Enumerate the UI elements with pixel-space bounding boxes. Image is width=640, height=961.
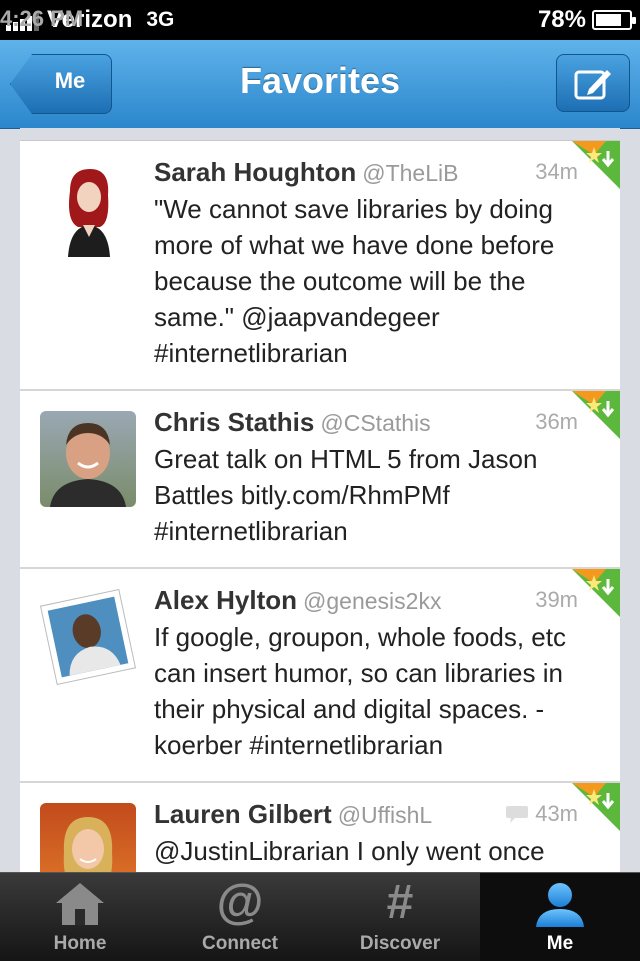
tweet-list[interactable]: Sarah Houghton @TheLiB 34m "We cannot sav…	[20, 128, 620, 872]
avatar[interactable]	[40, 161, 136, 257]
favorite-star-icon	[572, 391, 620, 439]
author-handle: @CStathis	[320, 410, 431, 436]
compose-button[interactable]	[556, 54, 630, 112]
tab-home[interactable]: Home	[0, 873, 160, 961]
tweet-text: If google, groupon, whole foods, etc can…	[154, 622, 566, 760]
author-handle: @UffishL	[337, 802, 433, 828]
author-name: Alex Hylton	[154, 585, 298, 615]
tweet-time: 43m	[505, 801, 578, 827]
favorite-star-icon	[572, 141, 620, 189]
author-handle: @genesis2kx	[303, 588, 442, 614]
tab-label: Connect	[202, 933, 278, 954]
author-handle: @TheLiB	[362, 160, 459, 186]
compose-icon	[574, 70, 611, 100]
tweet-text: "We cannot save libraries by doing more …	[154, 194, 555, 368]
tab-label: Discover	[359, 933, 441, 954]
avatar[interactable]	[39, 588, 137, 686]
tab-discover[interactable]: # Discover	[320, 873, 480, 961]
battery-percent: 78%	[537, 6, 586, 33]
battery-info: 78%	[537, 6, 636, 34]
avatar[interactable]	[40, 803, 136, 872]
tweet-text: Great talk on HTML 5 from Jason Battles …	[154, 444, 538, 546]
tweet-text: @JustinLibrarian I only went once	[154, 836, 545, 866]
favorite-star-icon	[572, 783, 620, 831]
home-icon	[56, 883, 104, 925]
tweet-author[interactable]: Chris Stathis @CStathis	[154, 407, 431, 438]
tweet-author[interactable]: Sarah Houghton @TheLiB	[154, 157, 458, 188]
tab-connect[interactable]: @ Connect	[160, 873, 320, 961]
list-top-spacer	[20, 128, 620, 141]
page-title: Favorites	[239, 60, 401, 101]
tweet-author[interactable]: Alex Hylton @genesis2kx	[154, 585, 441, 616]
navigation-bar: Me Favorites	[0, 40, 640, 129]
author-name: Chris Stathis	[154, 407, 315, 437]
person-icon	[536, 883, 584, 927]
battery-icon	[592, 10, 636, 30]
author-name: Sarah Houghton	[154, 157, 357, 187]
hash-icon: #	[386, 876, 414, 929]
favorite-star-icon	[572, 569, 620, 617]
at-icon: @	[216, 876, 264, 929]
author-name: Lauren Gilbert	[154, 799, 332, 829]
reply-bubble-icon	[506, 806, 529, 823]
tab-label: Me	[546, 933, 574, 954]
tweet-item[interactable]: Sarah Houghton @TheLiB 34m "We cannot sav…	[20, 141, 620, 391]
status-bar: Verizon 3G 4:26 PM 78%	[0, 0, 640, 40]
tweet-item[interactable]: Chris Stathis @CStathis 36m Great talk on…	[20, 391, 620, 569]
tweet-item[interactable]: Alex Hylton @genesis2kx 39m If google, gr…	[20, 569, 620, 783]
tweet-author[interactable]: Lauren Gilbert @UffishL	[154, 799, 432, 830]
avatar[interactable]	[40, 411, 136, 507]
tab-label: Home	[53, 933, 107, 954]
tab-me[interactable]: Me	[480, 873, 640, 961]
tweet-item[interactable]: Lauren Gilbert @UffishL 43m @JustinLibrar…	[20, 783, 620, 872]
tab-bar: Home @ Connect # Discover Me	[0, 872, 640, 961]
